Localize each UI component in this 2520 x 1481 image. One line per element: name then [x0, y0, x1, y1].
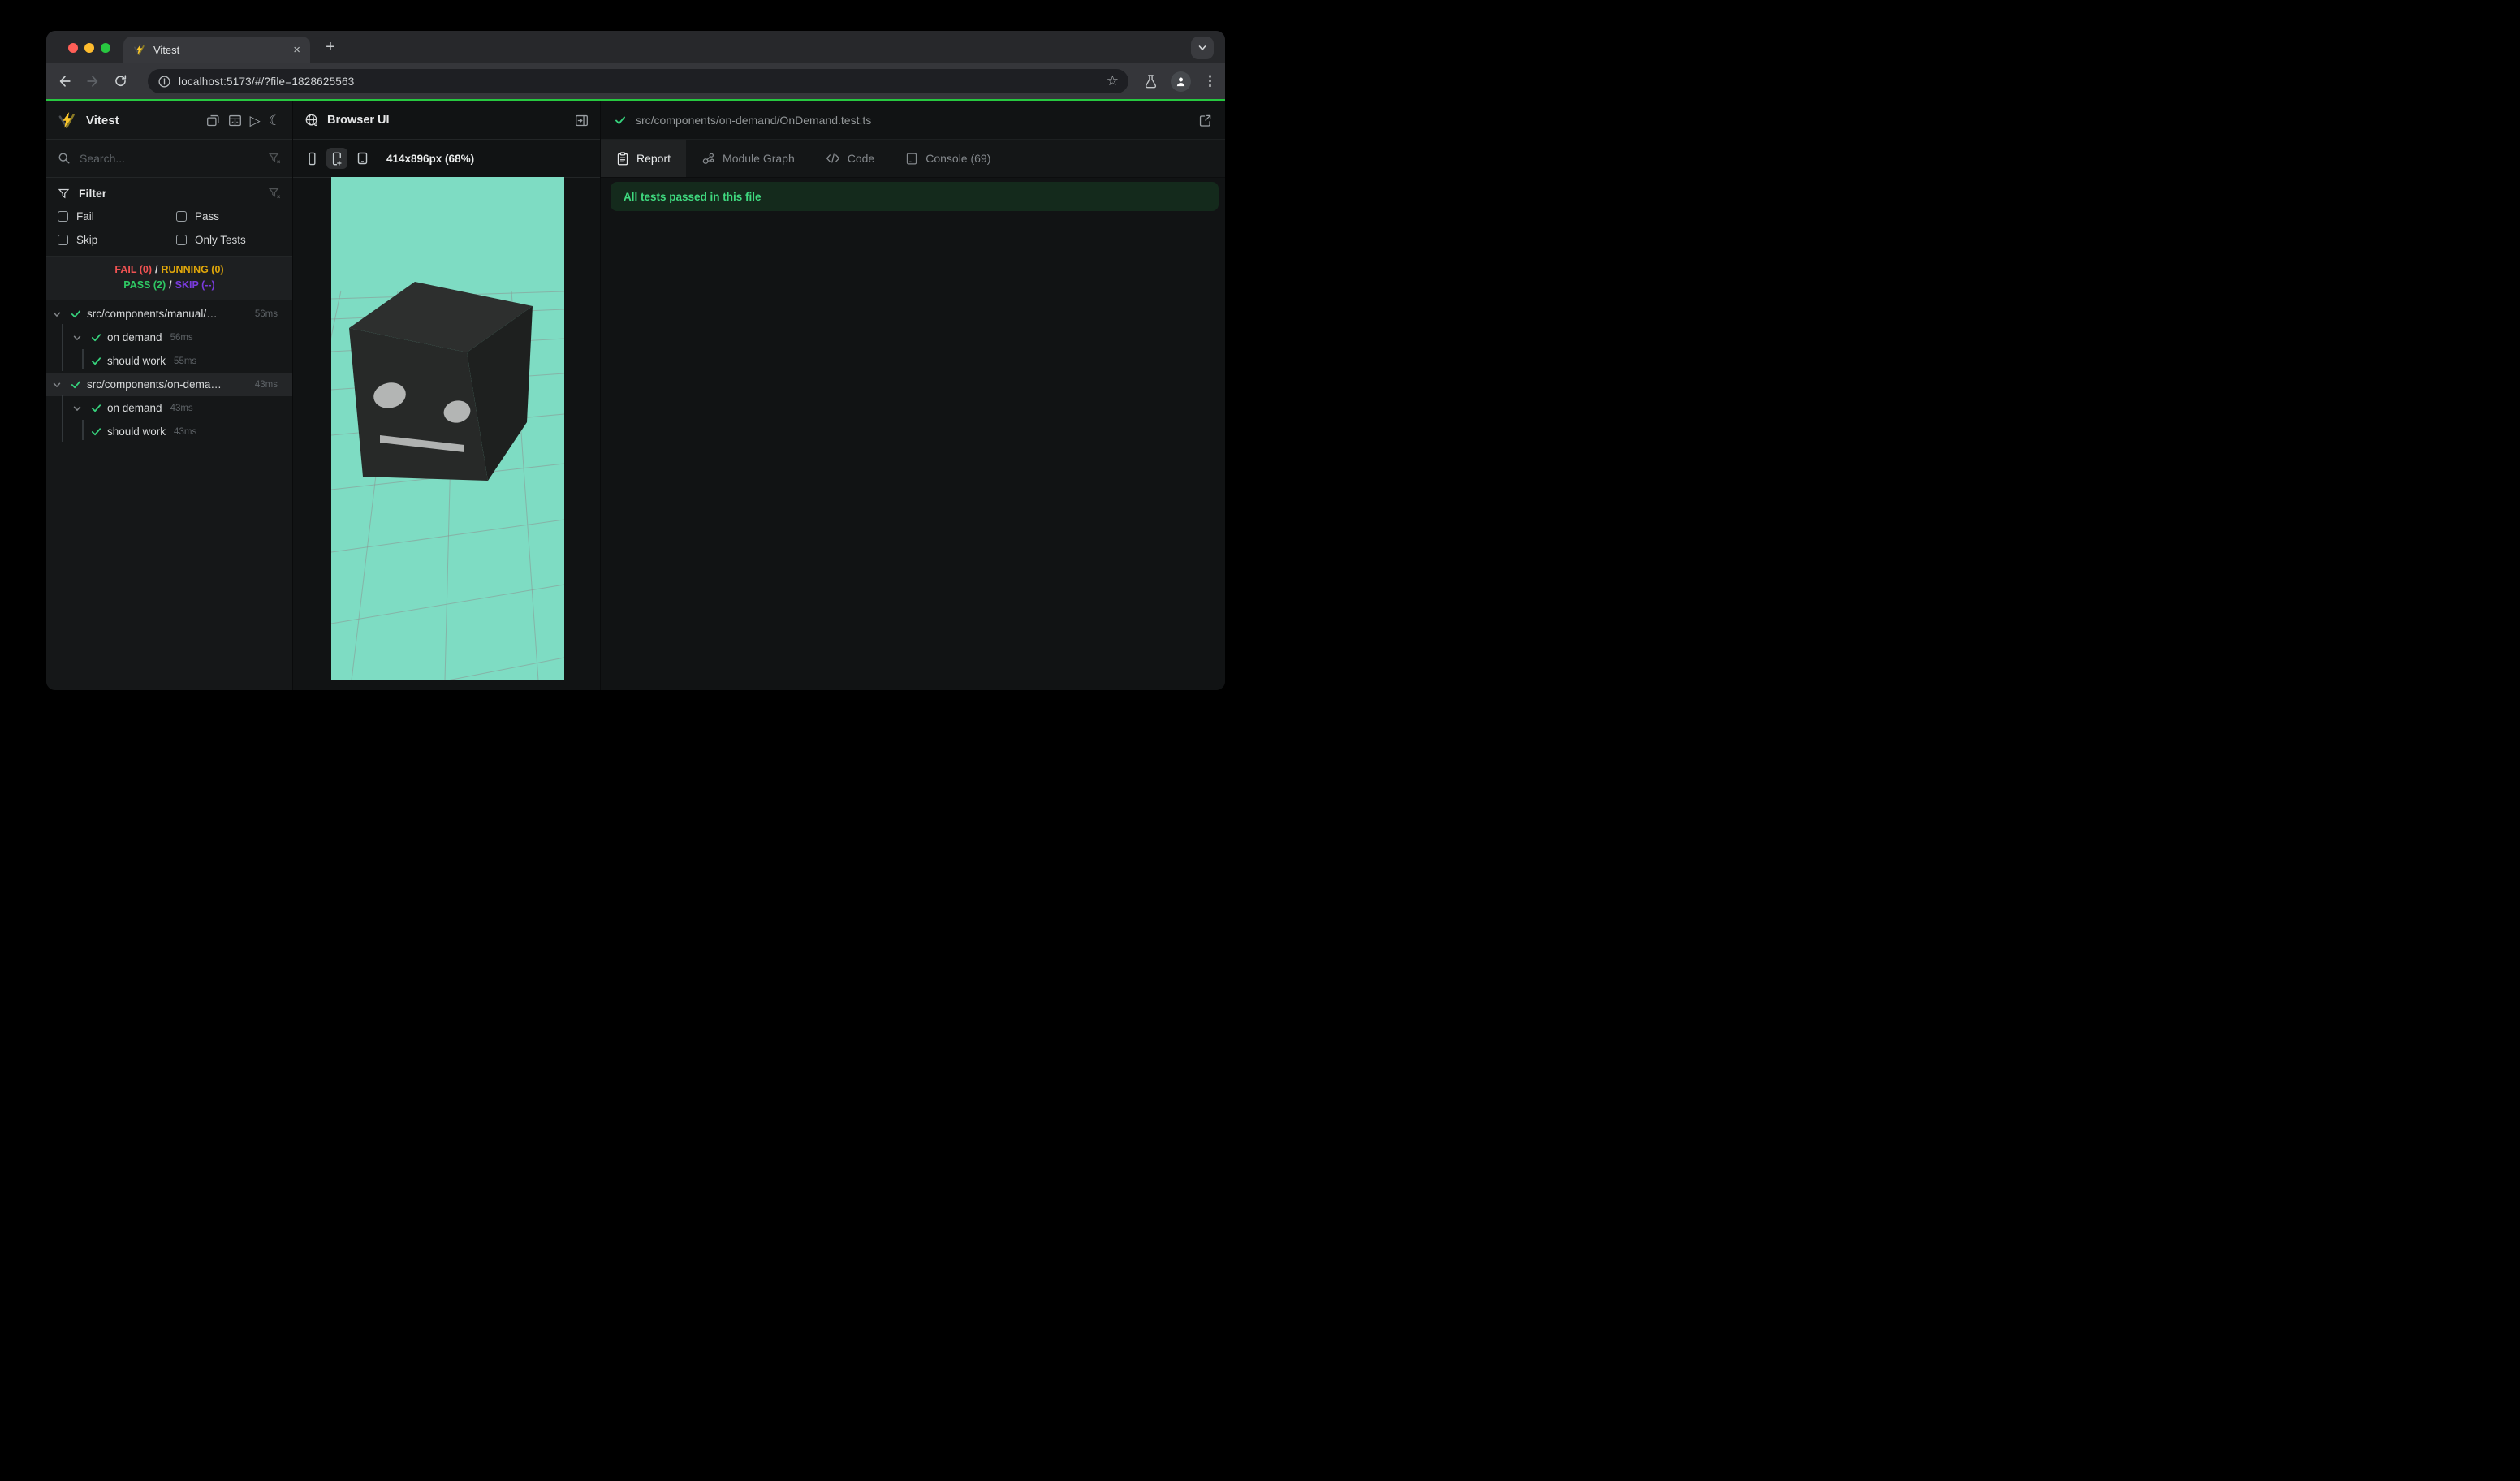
new-tab-button[interactable]: +: [319, 36, 342, 58]
maximize-window-button[interactable]: [101, 43, 110, 53]
pass-check-icon: [91, 404, 101, 412]
checkbox-only-tests[interactable]: [176, 235, 187, 245]
test-detail-panel: src/components/on-demand/OnDemand.test.t…: [601, 101, 1225, 690]
globe-icon: [304, 113, 319, 127]
pass-check-icon: [91, 428, 101, 436]
vitest-sidebar: Vitest ▷ ☾ Search... Filter Fail Pass Sk…: [46, 101, 293, 690]
browser-ui-header: Browser UI: [293, 101, 600, 140]
viewport-dimensions-label: 414x896px (68%): [386, 152, 475, 165]
chevron-down-icon: [1198, 45, 1206, 51]
browser-menu-icon[interactable]: ⋮: [1203, 73, 1217, 89]
forward-button[interactable]: [79, 67, 106, 95]
checkbox-pass[interactable]: [176, 211, 187, 222]
address-bar[interactable]: localhost:5173/#/?file=1828625563 ☆: [148, 69, 1128, 93]
back-button[interactable]: [51, 67, 79, 95]
close-window-button[interactable]: [68, 43, 78, 53]
tree-indent-guide: [62, 395, 63, 442]
all-tests-passed-banner: All tests passed in this file: [611, 182, 1219, 211]
site-info-icon[interactable]: [158, 75, 171, 89]
filter-funnel-icon: [58, 188, 70, 200]
checkbox-fail[interactable]: [58, 211, 68, 222]
device-mobile-add-button[interactable]: [326, 148, 347, 169]
device-toolbar: 414x896px (68%): [293, 140, 600, 178]
search-icon: [58, 152, 71, 165]
browser-window: Vitest × + localhost:5173/#/?file=182862…: [46, 31, 1225, 690]
tab-console[interactable]: Console (69): [890, 140, 1006, 177]
tab-report[interactable]: Report: [601, 140, 687, 177]
status-line-1: FAIL (0) / RUNNING (0): [114, 264, 224, 275]
filter-option-skip[interactable]: Skip: [58, 234, 176, 246]
filter-option-only-tests[interactable]: Only Tests: [176, 234, 281, 246]
module-graph-icon: [702, 153, 714, 164]
test-file-row-selected[interactable]: src/components/on-dema… 43ms: [46, 373, 292, 396]
dashboard-icon[interactable]: [228, 114, 242, 127]
panel-open-right-icon[interactable]: [575, 114, 589, 127]
tab-title: Vitest: [153, 44, 180, 56]
vitest-logo-icon: [58, 111, 76, 130]
detail-tab-bar: Report Module Graph Code Console (69): [601, 140, 1225, 178]
pass-check-icon: [615, 116, 625, 124]
pass-check-icon: [71, 310, 81, 318]
chevron-down-icon[interactable]: [71, 403, 83, 414]
browser-tab-vitest[interactable]: Vitest ×: [123, 37, 310, 63]
clear-filter-icon[interactable]: [268, 187, 281, 200]
search-input[interactable]: [80, 152, 268, 165]
search-bar: [46, 140, 292, 178]
robot-cube: [349, 282, 533, 481]
browser-toolbar: localhost:5173/#/?file=1828625563 ☆ ⋮: [46, 63, 1225, 99]
tree-indent-guide: [82, 420, 84, 440]
test-file-row[interactable]: src/components/manual/… 56ms: [46, 302, 292, 326]
chevron-down-icon[interactable]: [51, 379, 63, 391]
tab-close-icon[interactable]: ×: [293, 44, 300, 56]
test-status-summary: FAIL (0) / RUNNING (0) PASS (2) / SKIP (--): [46, 257, 292, 300]
sidebar-header: Vitest ▷ ☾: [46, 101, 292, 140]
robot-cube-scene: [331, 177, 564, 680]
experiments-flask-icon[interactable]: [1143, 74, 1159, 89]
browser-ui-title: Browser UI: [327, 114, 390, 127]
device-tablet-button[interactable]: [352, 148, 373, 169]
filter-panel: Filter Fail Pass Skip Only Tests: [46, 178, 292, 257]
file-path-header: src/components/on-demand/OnDemand.test.t…: [601, 101, 1225, 140]
report-content: All tests passed in this file: [601, 179, 1225, 690]
dock-panels-icon[interactable]: [206, 114, 220, 127]
pass-check-icon: [91, 357, 101, 365]
reload-button[interactable]: [106, 67, 134, 95]
status-line-2: PASS (2) / SKIP (--): [123, 279, 215, 291]
device-mobile-small-button[interactable]: [301, 148, 322, 169]
url-text: localhost:5173/#/?file=1828625563: [179, 75, 355, 88]
tab-module-graph[interactable]: Module Graph: [686, 140, 810, 177]
tab-search-button[interactable]: [1191, 37, 1214, 59]
profile-avatar[interactable]: [1171, 71, 1191, 92]
code-icon: [826, 153, 839, 163]
tab-strip: Vitest × +: [46, 31, 1225, 63]
test-tree: src/components/manual/… 56ms on demand 5…: [46, 300, 292, 443]
bookmark-star-icon[interactable]: ☆: [1107, 73, 1119, 89]
app-title: Vitest: [86, 113, 119, 127]
preview-viewport[interactable]: [331, 177, 564, 680]
run-all-play-icon[interactable]: ▷: [250, 114, 261, 127]
minimize-window-button[interactable]: [84, 43, 94, 53]
chevron-down-icon[interactable]: [71, 332, 83, 343]
browser-ui-panel: Browser UI 414x896px (68%): [293, 101, 601, 690]
tree-indent-guide: [82, 349, 84, 369]
dark-mode-moon-icon[interactable]: ☾: [269, 114, 281, 127]
tab-code[interactable]: Code: [810, 140, 890, 177]
pass-check-icon: [91, 334, 101, 342]
pass-check-icon: [71, 381, 81, 389]
filter-title: Filter: [79, 187, 107, 200]
vitest-favicon-icon: [133, 44, 145, 56]
chevron-down-icon[interactable]: [51, 309, 63, 320]
file-path: src/components/on-demand/OnDemand.test.t…: [636, 114, 872, 127]
report-clipboard-icon: [617, 151, 628, 165]
console-icon: [907, 152, 917, 165]
filter-option-fail[interactable]: Fail: [58, 210, 176, 222]
external-link-icon[interactable]: [1198, 114, 1212, 127]
test-suite-row[interactable]: on demand 43ms: [46, 396, 292, 420]
test-suite-row[interactable]: on demand 56ms: [46, 326, 292, 349]
checkbox-skip[interactable]: [58, 235, 68, 245]
tree-indent-guide: [62, 324, 63, 371]
clear-search-filter-icon[interactable]: [268, 152, 281, 165]
filter-option-pass[interactable]: Pass: [176, 210, 281, 222]
window-controls: [68, 43, 110, 53]
